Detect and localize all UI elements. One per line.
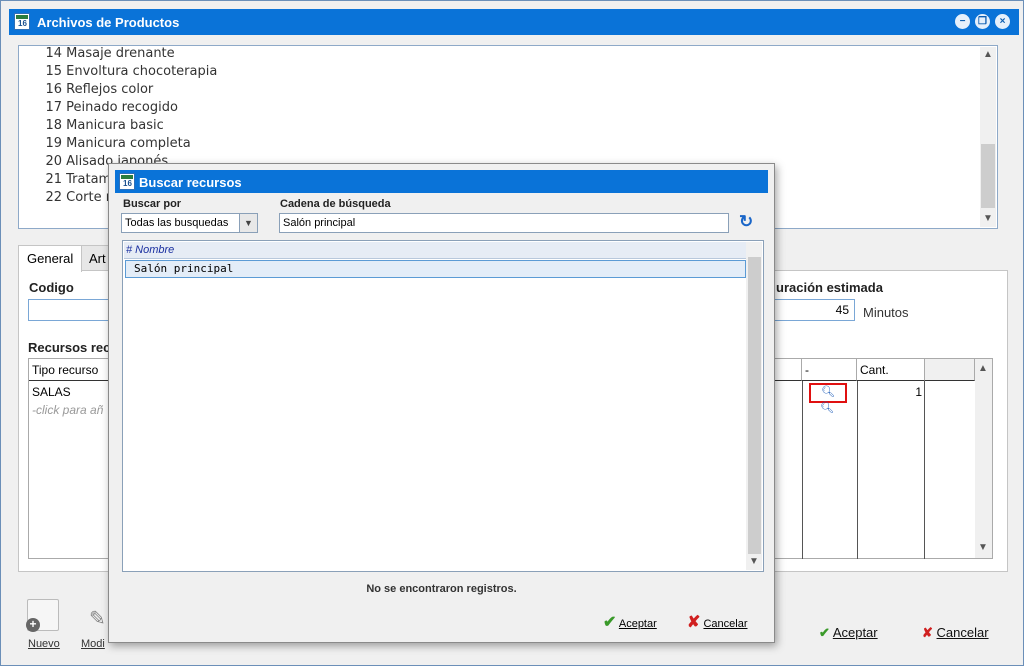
chevron-down-icon[interactable]: ▼ bbox=[239, 214, 257, 232]
new-document-icon[interactable]: + bbox=[26, 599, 59, 632]
product-name: Tratam bbox=[66, 172, 112, 187]
grid-cell-tipo[interactable]: SALAS bbox=[32, 385, 71, 399]
product-number: 19 bbox=[45, 136, 62, 151]
scrollbar-thumb[interactable] bbox=[981, 144, 995, 208]
search-resource-icon[interactable]: 🔍︎ bbox=[809, 383, 847, 403]
app-calendar-icon bbox=[119, 173, 135, 190]
product-name: Manicura completa bbox=[66, 136, 191, 151]
restore-icon[interactable]: ❐ bbox=[975, 14, 990, 29]
app-calendar-icon bbox=[14, 13, 30, 30]
codigo-label: Codigo bbox=[29, 280, 74, 295]
buscar-por-select[interactable]: Todas las busquedas ▼ bbox=[121, 213, 258, 233]
refresh-icon[interactable]: ↻ bbox=[739, 212, 753, 232]
grid-header-tipo[interactable]: Tipo recurso bbox=[29, 359, 109, 381]
buscar-por-value: Todas las busquedas bbox=[125, 217, 229, 229]
product-number: 14 bbox=[45, 46, 62, 61]
aceptar-label: Aceptar bbox=[832, 625, 878, 640]
tab-articulos[interactable]: Art bbox=[80, 245, 110, 271]
list-item[interactable]: 19 Manicura completa bbox=[35, 136, 191, 154]
status-message: No se encontraron registros. bbox=[366, 583, 517, 595]
scroll-up-icon[interactable]: ▲ bbox=[980, 47, 996, 63]
product-name: Reflejos color bbox=[66, 82, 154, 97]
product-number: 21 bbox=[45, 172, 62, 187]
close-icon[interactable]: × bbox=[995, 14, 1010, 29]
cadena-label: Cadena de búsqueda bbox=[280, 198, 391, 210]
table-row[interactable]: Salón principal bbox=[125, 260, 746, 278]
dialog-aceptar-button[interactable]: ✔ Aceptar bbox=[603, 612, 657, 632]
grid-divider bbox=[924, 381, 925, 559]
modificar-button[interactable]: Modi bbox=[81, 638, 105, 650]
product-number: 22 bbox=[45, 190, 62, 205]
grid-header-filler bbox=[925, 359, 975, 381]
list-item[interactable]: 22 Corte r bbox=[35, 190, 111, 208]
grid-header-cant[interactable]: Cant. bbox=[857, 359, 925, 381]
list-item[interactable]: 15 Envoltura chocoterapia bbox=[35, 64, 217, 82]
cancelar-label: Cancelar bbox=[936, 625, 989, 640]
edit-pencil-icon[interactable]: ✎ bbox=[89, 606, 106, 631]
grid-divider bbox=[802, 381, 803, 559]
check-icon: ✔ bbox=[603, 614, 617, 631]
grid-divider bbox=[857, 381, 858, 559]
dialog-cancelar-label: Cancelar bbox=[703, 618, 748, 630]
list-item[interactable]: 16 Reflejos color bbox=[35, 82, 153, 100]
product-number: 15 bbox=[45, 64, 62, 79]
check-icon: ✔ bbox=[819, 625, 830, 640]
scroll-down-icon[interactable]: ▼ bbox=[980, 211, 996, 227]
product-number: 18 bbox=[45, 118, 62, 133]
codigo-input[interactable] bbox=[28, 299, 113, 321]
duracion-label: uración estimada bbox=[776, 280, 883, 295]
list-item[interactable]: 14 Masaje drenante bbox=[35, 46, 175, 64]
results-list[interactable]: # Nombre Salón principal ▼ bbox=[122, 240, 764, 572]
product-number: 20 bbox=[45, 154, 62, 169]
product-number: 17 bbox=[45, 100, 62, 115]
product-name: Corte r bbox=[66, 190, 112, 205]
duracion-unit: Minutos bbox=[863, 305, 909, 320]
list-item[interactable]: 21 Tratam bbox=[35, 172, 111, 190]
product-number: 16 bbox=[45, 82, 62, 97]
scroll-up-icon[interactable]: ▲ bbox=[975, 361, 991, 377]
product-name: Envoltura chocoterapia bbox=[66, 64, 218, 79]
recursos-label: Recursos rec bbox=[28, 340, 111, 355]
list-item[interactable]: 18 Manicura basic bbox=[35, 118, 164, 136]
dialog-cancelar-button[interactable]: ✘ Cancelar bbox=[687, 612, 748, 632]
nuevo-button[interactable]: Nuevo bbox=[28, 638, 60, 650]
list-item[interactable]: 17 Peinado recogido bbox=[35, 100, 178, 118]
grid-cell-cant[interactable]: 1 bbox=[859, 385, 922, 399]
product-name: Masaje drenante bbox=[66, 46, 175, 61]
scroll-down-icon[interactable]: ▼ bbox=[746, 554, 762, 570]
grid-header-action[interactable]: - bbox=[802, 359, 857, 381]
product-name: Manicura basic bbox=[66, 118, 164, 133]
search-resource-icon[interactable]: 🔍︎ bbox=[820, 401, 834, 414]
dialog-aceptar-label: Aceptar bbox=[618, 618, 657, 630]
aceptar-button[interactable]: ✔ Aceptar bbox=[819, 625, 878, 641]
buscar-por-label: Buscar por bbox=[123, 198, 182, 210]
cross-icon: ✘ bbox=[687, 614, 701, 631]
grid-add-hint[interactable]: -click para añ bbox=[32, 403, 103, 417]
minimize-icon[interactable]: − bbox=[955, 14, 970, 29]
dialog-title: Buscar recursos bbox=[139, 175, 242, 190]
dialog-title-bar: Buscar recursos bbox=[115, 170, 768, 193]
product-name: Peinado recogido bbox=[66, 100, 178, 115]
cross-icon: ✘ bbox=[922, 625, 933, 640]
results-header[interactable]: # Nombre bbox=[124, 242, 746, 259]
window-title-bar: Archivos de Productos − ❐ × bbox=[9, 9, 1019, 35]
cancelar-button[interactable]: ✘ Cancelar bbox=[922, 625, 989, 641]
window-title: Archivos de Productos bbox=[37, 15, 180, 30]
grid-scrollbar[interactable]: ▲ ▼ bbox=[975, 359, 992, 558]
scroll-down-icon[interactable]: ▼ bbox=[975, 540, 991, 556]
cadena-input[interactable]: Salón principal bbox=[279, 213, 729, 233]
buscar-recursos-dialog: Buscar recursos Buscar por Todas las bus… bbox=[108, 163, 775, 643]
duracion-input[interactable]: 45 bbox=[771, 299, 855, 321]
scrollbar-thumb[interactable] bbox=[748, 257, 761, 554]
tab-general[interactable]: General bbox=[18, 245, 83, 272]
